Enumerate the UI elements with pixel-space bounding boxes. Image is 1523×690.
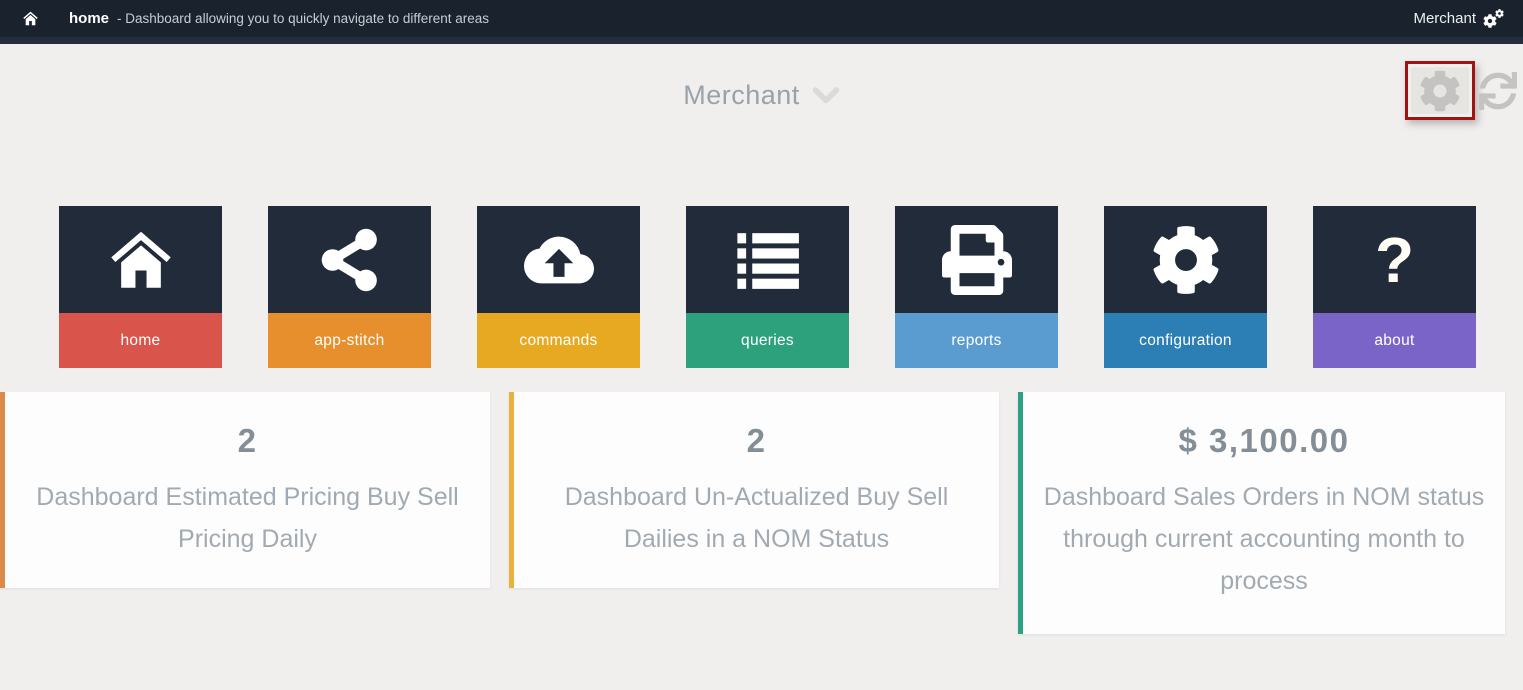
tile-queries[interactable]: queries bbox=[686, 206, 849, 368]
share-icon bbox=[268, 206, 431, 313]
tile-label: commands bbox=[477, 313, 640, 368]
corner-actions bbox=[1405, 61, 1517, 120]
question-icon: ? bbox=[1313, 206, 1476, 313]
stat-value: 2 bbox=[19, 422, 476, 460]
tile-label: about bbox=[1313, 313, 1476, 368]
settings-gear-button[interactable] bbox=[1411, 67, 1469, 114]
tile-label: configuration bbox=[1104, 313, 1267, 368]
stat-card-unactualized: 2 Dashboard Un-Actualized Buy Sell Daili… bbox=[509, 392, 999, 588]
stat-label: Dashboard Estimated Pricing Buy Sell Pri… bbox=[19, 476, 476, 560]
page-title: Merchant bbox=[683, 80, 800, 111]
navbar-context-menu[interactable]: Merchant bbox=[1413, 9, 1507, 28]
navbar-context-label: Merchant bbox=[1413, 10, 1476, 27]
list-icon bbox=[686, 206, 849, 313]
navbar-subtitle: - Dashboard allowing you to quickly navi… bbox=[117, 11, 489, 26]
stat-card-sales-orders: $ 3,100.00 Dashboard Sales Orders in NOM… bbox=[1018, 392, 1505, 634]
stat-label: Dashboard Sales Orders in NOM status thr… bbox=[1037, 476, 1491, 602]
tile-configuration[interactable]: configuration bbox=[1104, 206, 1267, 368]
printer-icon bbox=[895, 206, 1058, 313]
stat-value: 2 bbox=[528, 422, 985, 460]
nav-tiles: home app-stitch commands queries reports… bbox=[59, 206, 1523, 368]
cogs-icon bbox=[1483, 9, 1507, 28]
tile-reports[interactable]: reports bbox=[895, 206, 1058, 368]
settings-highlight-box bbox=[1405, 61, 1475, 120]
context-selector[interactable]: Merchant bbox=[683, 80, 840, 111]
tile-label: app-stitch bbox=[268, 313, 431, 368]
gear-icon bbox=[1104, 206, 1267, 313]
home-icon bbox=[59, 206, 222, 313]
tile-home[interactable]: home bbox=[59, 206, 222, 368]
stat-value: $ 3,100.00 bbox=[1037, 422, 1491, 460]
top-navbar: home - Dashboard allowing you to quickly… bbox=[0, 0, 1523, 44]
home-icon[interactable] bbox=[22, 10, 39, 27]
refresh-icon bbox=[1479, 72, 1517, 110]
stat-cards: 2 Dashboard Estimated Pricing Buy Sell P… bbox=[0, 392, 1523, 634]
stat-label: Dashboard Un-Actualized Buy Sell Dailies… bbox=[528, 476, 985, 560]
chevron-down-icon bbox=[812, 87, 840, 104]
tile-label: reports bbox=[895, 313, 1058, 368]
cloud-upload-icon bbox=[477, 206, 640, 313]
tile-commands[interactable]: commands bbox=[477, 206, 640, 368]
tile-label: home bbox=[59, 313, 222, 368]
tile-app-stitch[interactable]: app-stitch bbox=[268, 206, 431, 368]
tile-label: queries bbox=[686, 313, 849, 368]
navbar-page-title: home bbox=[69, 10, 109, 27]
settings-gear-icon bbox=[1419, 70, 1461, 112]
tile-about[interactable]: ? about bbox=[1313, 206, 1476, 368]
refresh-button[interactable] bbox=[1479, 72, 1517, 110]
stat-card-estimated-pricing: 2 Dashboard Estimated Pricing Buy Sell P… bbox=[0, 392, 490, 588]
title-row: Merchant bbox=[0, 80, 1523, 110]
